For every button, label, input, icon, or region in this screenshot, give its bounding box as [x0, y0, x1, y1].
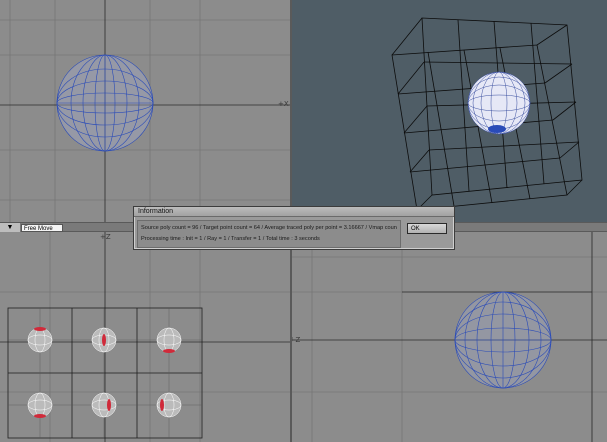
axis-label: +X: [278, 100, 289, 108]
viewport-toolbar: ▼ Free Move: [0, 223, 63, 232]
viewport-perspective[interactable]: [292, 0, 607, 222]
viewport-bottom-right[interactable]: +U-Z: [292, 232, 607, 442]
uv-sphere-wireframe: [454, 291, 552, 389]
information-dialog: Information Source poly count = 96 / Tar…: [133, 206, 455, 250]
ok-button[interactable]: OK: [407, 223, 447, 234]
dropdown-arrow-icon[interactable]: ▼: [0, 223, 21, 232]
sphere-wireframe: [56, 54, 154, 152]
dialog-message: Source poly count = 96 / Target point co…: [137, 220, 401, 248]
dialog-message-line: Processing time : Init = 1 / Ray = 1 / T…: [141, 236, 320, 242]
bottom-left-scene: [0, 232, 290, 442]
perspective-scene: [391, 17, 583, 211]
top-left-scene: [0, 0, 290, 222]
axis-label: +U-Z: [292, 336, 301, 344]
dialog-title[interactable]: Information: [134, 207, 454, 217]
viewport-bottom-left[interactable]: +Z: [0, 232, 290, 442]
perspective-sphere: [467, 71, 531, 135]
axis-label: +Z: [100, 233, 111, 241]
bottom-right-scene: [292, 232, 607, 442]
move-mode-select[interactable]: Free Move: [21, 223, 63, 232]
dialog-message-line: Source poly count = 96 / Target point co…: [141, 225, 397, 231]
viewport-top-left[interactable]: +X: [0, 0, 290, 222]
